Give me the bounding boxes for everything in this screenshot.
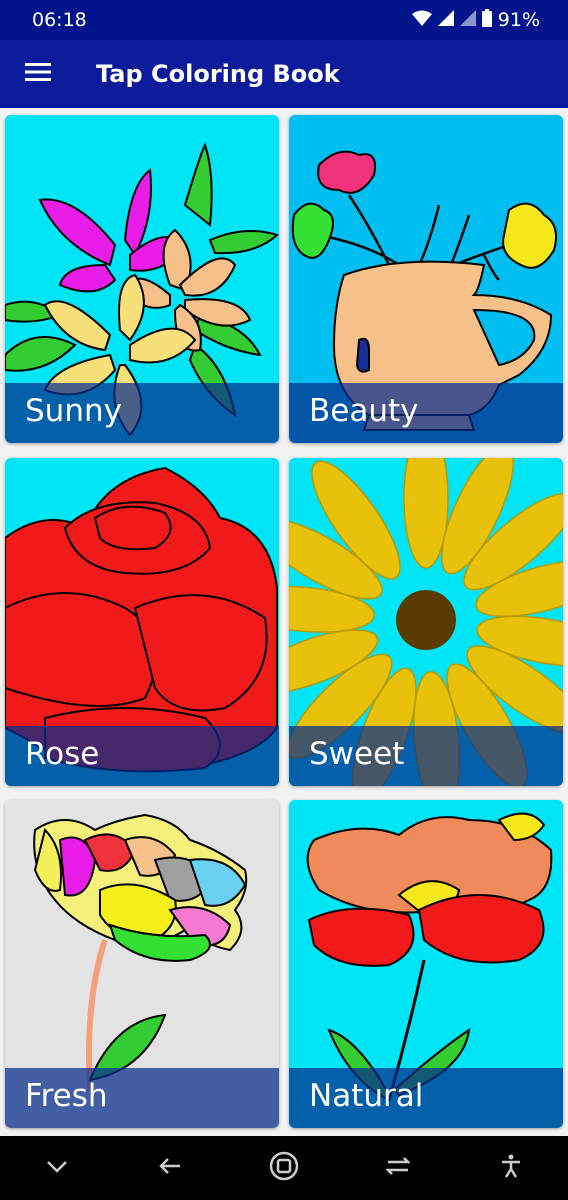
card-label-rose: Rose [5, 726, 279, 786]
status-bar: 06:18 91% [0, 0, 568, 40]
hamburger-icon [25, 62, 51, 86]
coloring-book-grid: Sunny Beauty Rose Sweet Fresh Natural [0, 108, 568, 1136]
signal-icon-2 [459, 9, 476, 31]
nav-back-button[interactable] [140, 1140, 200, 1196]
battery-icon [481, 8, 492, 32]
card-label-sunny: Sunny [5, 383, 279, 443]
system-navigation-bar [0, 1136, 568, 1200]
app-bar: Tap Coloring Book [0, 40, 568, 108]
status-time: 06:18 [32, 9, 87, 31]
home-icon [269, 1151, 299, 1185]
card-sunny[interactable]: Sunny [5, 115, 279, 443]
menu-button[interactable] [0, 40, 76, 108]
chevron-down-icon [46, 1159, 68, 1178]
nav-recents-button[interactable] [368, 1140, 428, 1196]
nav-home-button[interactable] [254, 1140, 314, 1196]
card-label-fresh: Fresh [5, 1068, 279, 1128]
app-title: Tap Coloring Book [96, 60, 340, 88]
card-natural[interactable]: Natural [289, 800, 563, 1128]
switch-apps-icon [384, 1156, 411, 1180]
back-arrow-icon [158, 1156, 182, 1180]
card-label-natural: Natural [289, 1068, 563, 1128]
status-icons: 91% [411, 8, 540, 32]
signal-icon [437, 9, 454, 31]
card-label-beauty: Beauty [289, 383, 563, 443]
wifi-icon [411, 9, 432, 31]
battery-level: 91% [497, 9, 540, 31]
card-fresh[interactable]: Fresh [5, 800, 279, 1128]
card-beauty[interactable]: Beauty [289, 115, 563, 443]
card-sweet[interactable]: Sweet [289, 458, 563, 786]
card-rose[interactable]: Rose [5, 458, 279, 786]
nav-collapse-button[interactable] [27, 1140, 87, 1196]
card-label-sweet: Sweet [289, 726, 563, 786]
nav-accessibility-button[interactable] [481, 1140, 541, 1196]
accessibility-icon [500, 1154, 522, 1182]
